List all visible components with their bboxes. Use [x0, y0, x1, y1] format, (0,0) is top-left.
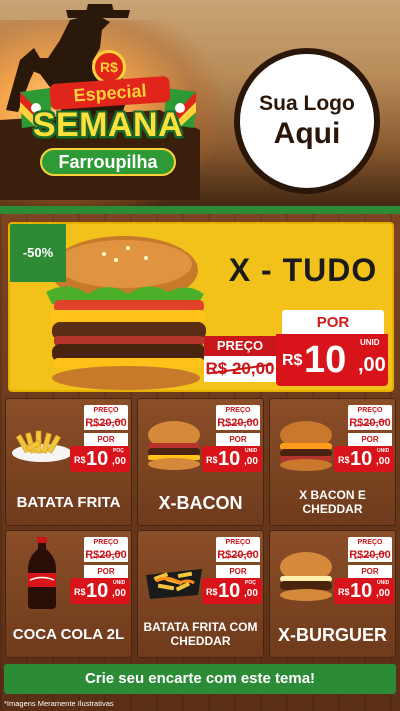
product-name: X-BURGUER	[277, 624, 387, 645]
price-cents: ,00	[358, 354, 386, 376]
burger-icon	[280, 552, 332, 601]
disclaimer-text: *Imagens Meramente Ilustrativas	[4, 699, 114, 708]
header-banner: R$ Especial SEMANA Farroupilha Sua Logo …	[0, 0, 400, 210]
por-label: POR	[216, 565, 260, 578]
product-name: BATATA FRITA	[16, 494, 121, 512]
price-unit: UNID	[245, 448, 258, 454]
price-tag: R$ 10 UNID ,00	[70, 578, 130, 604]
product-card[interactable]: PREÇO R$20,00 POR R$ 10 POÇ ,00 BATATA F…	[5, 398, 132, 526]
preco-label: PREÇO	[84, 405, 128, 416]
product-name: COCA COLA 2L	[12, 626, 125, 644]
old-price: R$20,00	[348, 416, 392, 430]
product-card[interactable]: PREÇO R$20,00 POR R$ 10 UNID ,00 COCA CO…	[5, 530, 132, 658]
price-integer: 10	[86, 448, 109, 470]
preco-label: PREÇO	[216, 405, 260, 416]
featured-product-name: X - TUDO	[228, 252, 378, 288]
featured-offer[interactable]: -50% X - TUDO POR PREÇO R$ 20,00 R$ 10 U…	[8, 222, 394, 392]
preco-label: PREÇO	[348, 537, 392, 548]
price-integer: 10	[304, 339, 347, 381]
price-unit: UNID	[377, 580, 390, 586]
old-price: R$20,00	[84, 548, 128, 562]
product-name: X BACON E CHEDDAR	[299, 488, 366, 516]
product-card[interactable]: PREÇO R$20,00 POR R$ 10 POÇ ,00 BATATA F…	[137, 530, 264, 658]
preco-label: PREÇO	[216, 537, 260, 548]
price-currency: R$	[338, 587, 350, 597]
por-label: POR	[216, 433, 260, 446]
price-cents: ,00	[244, 456, 258, 467]
price-unit: POÇ	[245, 580, 256, 586]
badge-semana: SEMANA	[32, 106, 184, 144]
price-currency: R$	[206, 587, 218, 597]
logo-line-2: Aqui	[273, 117, 341, 150]
product-name: BATATA FRITA COM CHEDDAR	[143, 620, 258, 648]
price-tag: R$ 10 UNID ,00	[334, 446, 394, 472]
price-integer: 10	[86, 580, 109, 602]
price-integer: 10	[350, 580, 373, 602]
preco-label: PREÇO	[84, 537, 128, 548]
price-tag: R$ 10 UNID ,00	[334, 578, 394, 604]
por-label: POR	[348, 565, 392, 578]
price-integer: 10	[350, 448, 373, 470]
product-name: X-BACON	[158, 492, 243, 513]
por-label: POR	[84, 433, 128, 446]
product-card[interactable]: PREÇO R$20,00 POR R$ 10 UNID ,00 X-BACON	[137, 398, 264, 526]
cheddar-fries-icon	[146, 569, 202, 599]
price-tag: R$ 10 POÇ ,00	[202, 578, 262, 604]
cta-banner[interactable]: Crie seu encarte com este tema!	[4, 664, 396, 694]
price-currency: R$	[338, 455, 350, 465]
old-price: R$20,00	[348, 548, 392, 562]
discount-badge: -50%	[10, 224, 66, 282]
price-integer: 10	[218, 448, 241, 470]
old-price: R$20,00	[216, 548, 260, 562]
price-unit: UNID	[113, 580, 126, 586]
badge-farroupilha: Farroupilha	[40, 148, 176, 176]
price-cents: ,00	[244, 588, 258, 599]
price-cents: ,00	[112, 588, 126, 599]
price-tag: R$ 10 POÇ ,00	[70, 446, 130, 472]
price-unit: POÇ	[113, 448, 124, 454]
price-currency: R$	[74, 587, 86, 597]
green-divider	[0, 206, 400, 214]
price-cents: ,00	[376, 456, 390, 467]
fries-icon	[12, 430, 72, 462]
featured-por-label: POR	[282, 310, 384, 336]
price-unit: UNID	[360, 338, 380, 347]
price-currency: R$	[282, 352, 303, 369]
por-label: POR	[84, 565, 128, 578]
product-card[interactable]: PREÇO R$20,00 POR R$ 10 UNID ,00 X-BURGU…	[269, 530, 396, 658]
featured-price: R$ 10 UNID ,00	[276, 334, 388, 386]
price-currency: R$	[74, 455, 86, 465]
price-unit: UNID	[377, 448, 390, 454]
price-integer: 10	[218, 580, 241, 602]
semana-farroupilha-badge: R$ Especial SEMANA Farroupilha	[14, 50, 200, 190]
price-cents: ,00	[376, 588, 390, 599]
price-cents: ,00	[112, 456, 126, 467]
por-label: POR	[348, 433, 392, 446]
preco-label: PREÇO	[348, 405, 392, 416]
logo-line-1: Sua Logo	[259, 92, 355, 115]
featured-preco-label: PREÇO	[204, 336, 276, 356]
price-currency: R$	[206, 455, 218, 465]
old-price: R$20,00	[84, 416, 128, 430]
featured-old-price-box: PREÇO R$ 20,00	[204, 336, 276, 386]
featured-old-price: R$ 20,00	[204, 356, 276, 382]
bacon-burger-icon	[148, 421, 200, 470]
logo-placeholder[interactable]: Sua Logo Aqui	[234, 48, 380, 194]
old-price: R$20,00	[216, 416, 260, 430]
soda-bottle-icon	[28, 537, 56, 609]
price-tag: R$ 10 UNID ,00	[202, 446, 262, 472]
product-card[interactable]: PREÇO R$20,00 POR R$ 10 UNID ,00 X BACON…	[269, 398, 396, 526]
cheddar-burger-icon	[280, 421, 332, 471]
